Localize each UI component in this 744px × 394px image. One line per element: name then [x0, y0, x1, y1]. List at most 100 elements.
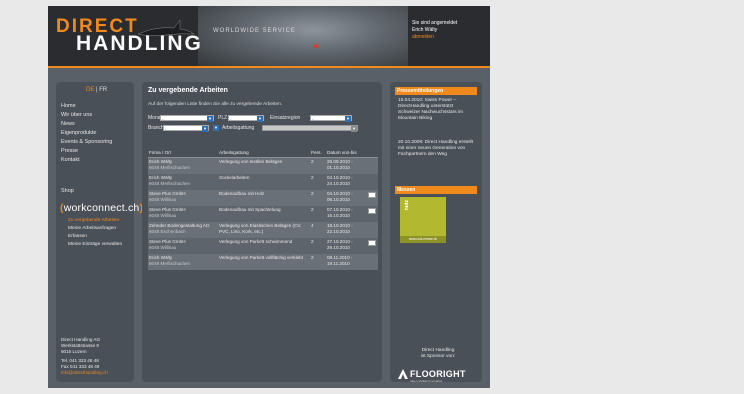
wc-nav-open-jobs[interactable]: Zu vergebende Arbeiten: [68, 217, 122, 225]
row-ort: 6048 Willisau: [149, 212, 177, 218]
wc-nav-create[interactable]: Erfassen: [68, 233, 122, 241]
einsatzregion-select[interactable]: - ▼: [310, 115, 352, 122]
monat-select-value: -: [162, 116, 164, 121]
row-date-to: 24.10.2010: [327, 180, 350, 186]
sponsor-line-2: ist Sponsor von:: [420, 354, 456, 359]
plz-select[interactable]: - ▼: [228, 115, 264, 122]
nav-item-products[interactable]: Eigenprodukte: [61, 129, 112, 138]
press-item-2[interactable]: 20.10.2009: Direct Handling erstellt mit…: [398, 140, 476, 158]
table-row[interactable]: Erich Wälty 6048 Merlischachen Sockelarbei…: [148, 174, 378, 190]
row-firma: Zehnder Bodengestaltung AG: [149, 223, 210, 228]
filter-form: Monat - ▼ PLZ - ▼ Einsatzregion - ▼ Branche…: [148, 113, 378, 133]
cell-datum: 25.09.2010 -01.10.2010: [326, 157, 378, 174]
monat-select[interactable]: - ▼: [160, 115, 214, 122]
sponsor-text: Direct Handling ist Sponsor von:: [400, 348, 476, 360]
row-date-to: 19.11.2010: [327, 260, 350, 266]
wc-nav-manage[interactable]: Meine Einträge verwalten: [68, 241, 122, 249]
language-switch: DE | FR: [86, 87, 107, 93]
row-ort: 6048 Willisau: [149, 244, 177, 250]
table-row[interactable]: Erich Wälty 6048 Merlischachen Verlegung v…: [148, 157, 378, 174]
branche-label: Branche: [148, 125, 167, 131]
flooright-logo[interactable]: FLOORIGHT Ideen·Vielfalt·Innovation: [398, 369, 478, 383]
messen-banner[interactable]: nutz www.nutz-messe.ch: [400, 197, 446, 243]
nav-item-about[interactable]: Wir über uns: [61, 111, 112, 120]
row-date-to: 01.10.2010: [327, 164, 350, 170]
row-ort: 6048 Merlischachen: [149, 164, 191, 170]
chevron-down-icon: ▼: [207, 116, 213, 122]
table-header-row: Firma / Ort Arbeitsgattung Pers. Datum v…: [148, 148, 378, 158]
logout-link[interactable]: abmelden: [412, 34, 482, 41]
branche-select[interactable]: - ▼: [163, 125, 209, 132]
cell-pers: 2: [310, 174, 326, 190]
flooright-mark-icon: [398, 369, 408, 379]
nav-item-contact[interactable]: Kontakt: [61, 156, 112, 165]
nav-item-news[interactable]: News: [61, 120, 112, 129]
lang-de-link[interactable]: DE: [86, 87, 94, 93]
chevron-down-icon[interactable]: ▼: [213, 125, 219, 131]
company-address: Direct Handling AG Werkstattstrasse 8 60…: [61, 337, 108, 376]
cell-arbeit: Verlegung von textilen Belägen: [218, 157, 310, 174]
col-arbeitsgattung: Arbeitsgattung: [218, 148, 310, 158]
row-date-to: 22.10.2010: [327, 228, 350, 234]
cell-pers: 2: [310, 190, 326, 206]
nav-item-press[interactable]: Presse: [61, 147, 112, 156]
cell-pers: 2: [310, 157, 326, 174]
cell-datum: 04.10.2010 -06.10.2010: [326, 190, 378, 206]
wc-name: workconnect.ch: [63, 202, 140, 214]
cell-firma: Erich Wälty 6048 Merlischachen: [148, 157, 218, 174]
mail-icon[interactable]: [368, 192, 376, 198]
cell-pers: 2: [310, 254, 326, 270]
monat-label: Monat: [148, 115, 162, 121]
arbeitsgattung-label: Arbeitsgattung: [222, 125, 255, 131]
nav-item-events[interactable]: Events & Sponsoring: [61, 138, 112, 147]
cell-arbeit: Bodenaufbau mit Holz: [218, 190, 310, 206]
plz-label: PLZ: [218, 115, 228, 121]
messen-banner-caption: www.nutz-messe.ch: [400, 236, 446, 243]
table-row[interactable]: Zehnder Bodengestaltung AG 6048 Eschenbac…: [148, 222, 378, 238]
arbeitsgattung-select[interactable]: ▼: [262, 125, 358, 132]
left-sidebar: DE | FR Home Wir über uns News Eigenprod…: [56, 82, 143, 382]
row-ort: 6048 Willisau: [149, 196, 177, 202]
location-pin-icon: [314, 44, 318, 48]
world-map-banner: [198, 6, 408, 66]
nav-item-shop[interactable]: Shop: [61, 188, 74, 194]
page-title: Zu vergebende Arbeiten: [148, 87, 228, 94]
messen-banner-text: nutz: [404, 200, 410, 211]
cell-arbeit: Sockelarbeiten: [218, 174, 310, 190]
main-content: Zu vergebende Arbeiten Auf der folgenden…: [142, 82, 382, 382]
einsatzregion-label: Einsatzregion: [270, 115, 301, 121]
flooright-name: FLOORIGHT: [410, 369, 466, 379]
page-frame: DIRECT HANDLING WORLDWIDE SERVICE Sie si…: [48, 6, 490, 388]
workconnect-logo[interactable]: (workconnect.ch): [60, 202, 143, 214]
wc-nav-my-requests[interactable]: Meine Arbeitsanfragen: [68, 225, 122, 233]
branche-select-value: -: [165, 126, 167, 131]
flooright-tagline: Ideen·Vielfalt·Innovation: [410, 379, 443, 383]
table-row[interactable]: Steve Plus GmbH 6048 Willisau Bodenaufbau …: [148, 206, 378, 222]
cell-firma: Erich Wälty 6048 Merlischachen: [148, 174, 218, 190]
row-ort: 6048 Merlischachen: [149, 260, 191, 266]
row-ort: 6048 Merlischachen: [149, 180, 191, 186]
right-sidebar: Pressemitteilungen 15.04.2010: Swiss Pow…: [390, 82, 482, 383]
cell-arbeit: Bodenaufbau mit Spachtelung: [218, 206, 310, 222]
col-datum: Datum von-bis: [326, 148, 378, 158]
table-row[interactable]: Steve Plus GmbH 6048 Willisau Bodenaufbau …: [148, 190, 378, 206]
chevron-down-icon: ▼: [351, 126, 357, 132]
lang-fr-link[interactable]: FR: [99, 87, 107, 93]
cell-datum: 04.10.2010 -24.10.2010: [326, 174, 378, 190]
plz-select-value: -: [230, 116, 232, 121]
login-status-box: Sie sind angemeldet Erich Wälty abmelden: [412, 20, 482, 41]
logo-handling[interactable]: HANDLING: [76, 32, 203, 56]
mail-icon[interactable]: [368, 208, 376, 214]
table-row[interactable]: Erich Wälty 6048 Merlischachen Verlegung v…: [148, 254, 378, 270]
row-ort: 6048 Eschenbach: [149, 228, 186, 234]
chevron-down-icon: ▼: [202, 126, 208, 132]
address-email-link[interactable]: info@directhandling.ch: [61, 370, 108, 376]
nav-item-home[interactable]: Home: [61, 102, 112, 111]
einsatzregion-select-value: -: [312, 116, 314, 121]
chevron-down-icon: ▼: [345, 116, 351, 122]
cell-datum: 07.10.2010 -16.10.2010: [326, 206, 378, 222]
press-item-1[interactable]: 15.04.2010: Swiss Power – DirectHandling…: [398, 98, 476, 122]
mail-icon[interactable]: [368, 240, 376, 246]
workconnect-nav: Zu vergebende Arbeiten Meine Arbeitsanfr…: [68, 217, 122, 249]
table-row[interactable]: Steve Plus GmbH 6048 Willisau Verlegung vo…: [148, 238, 378, 254]
